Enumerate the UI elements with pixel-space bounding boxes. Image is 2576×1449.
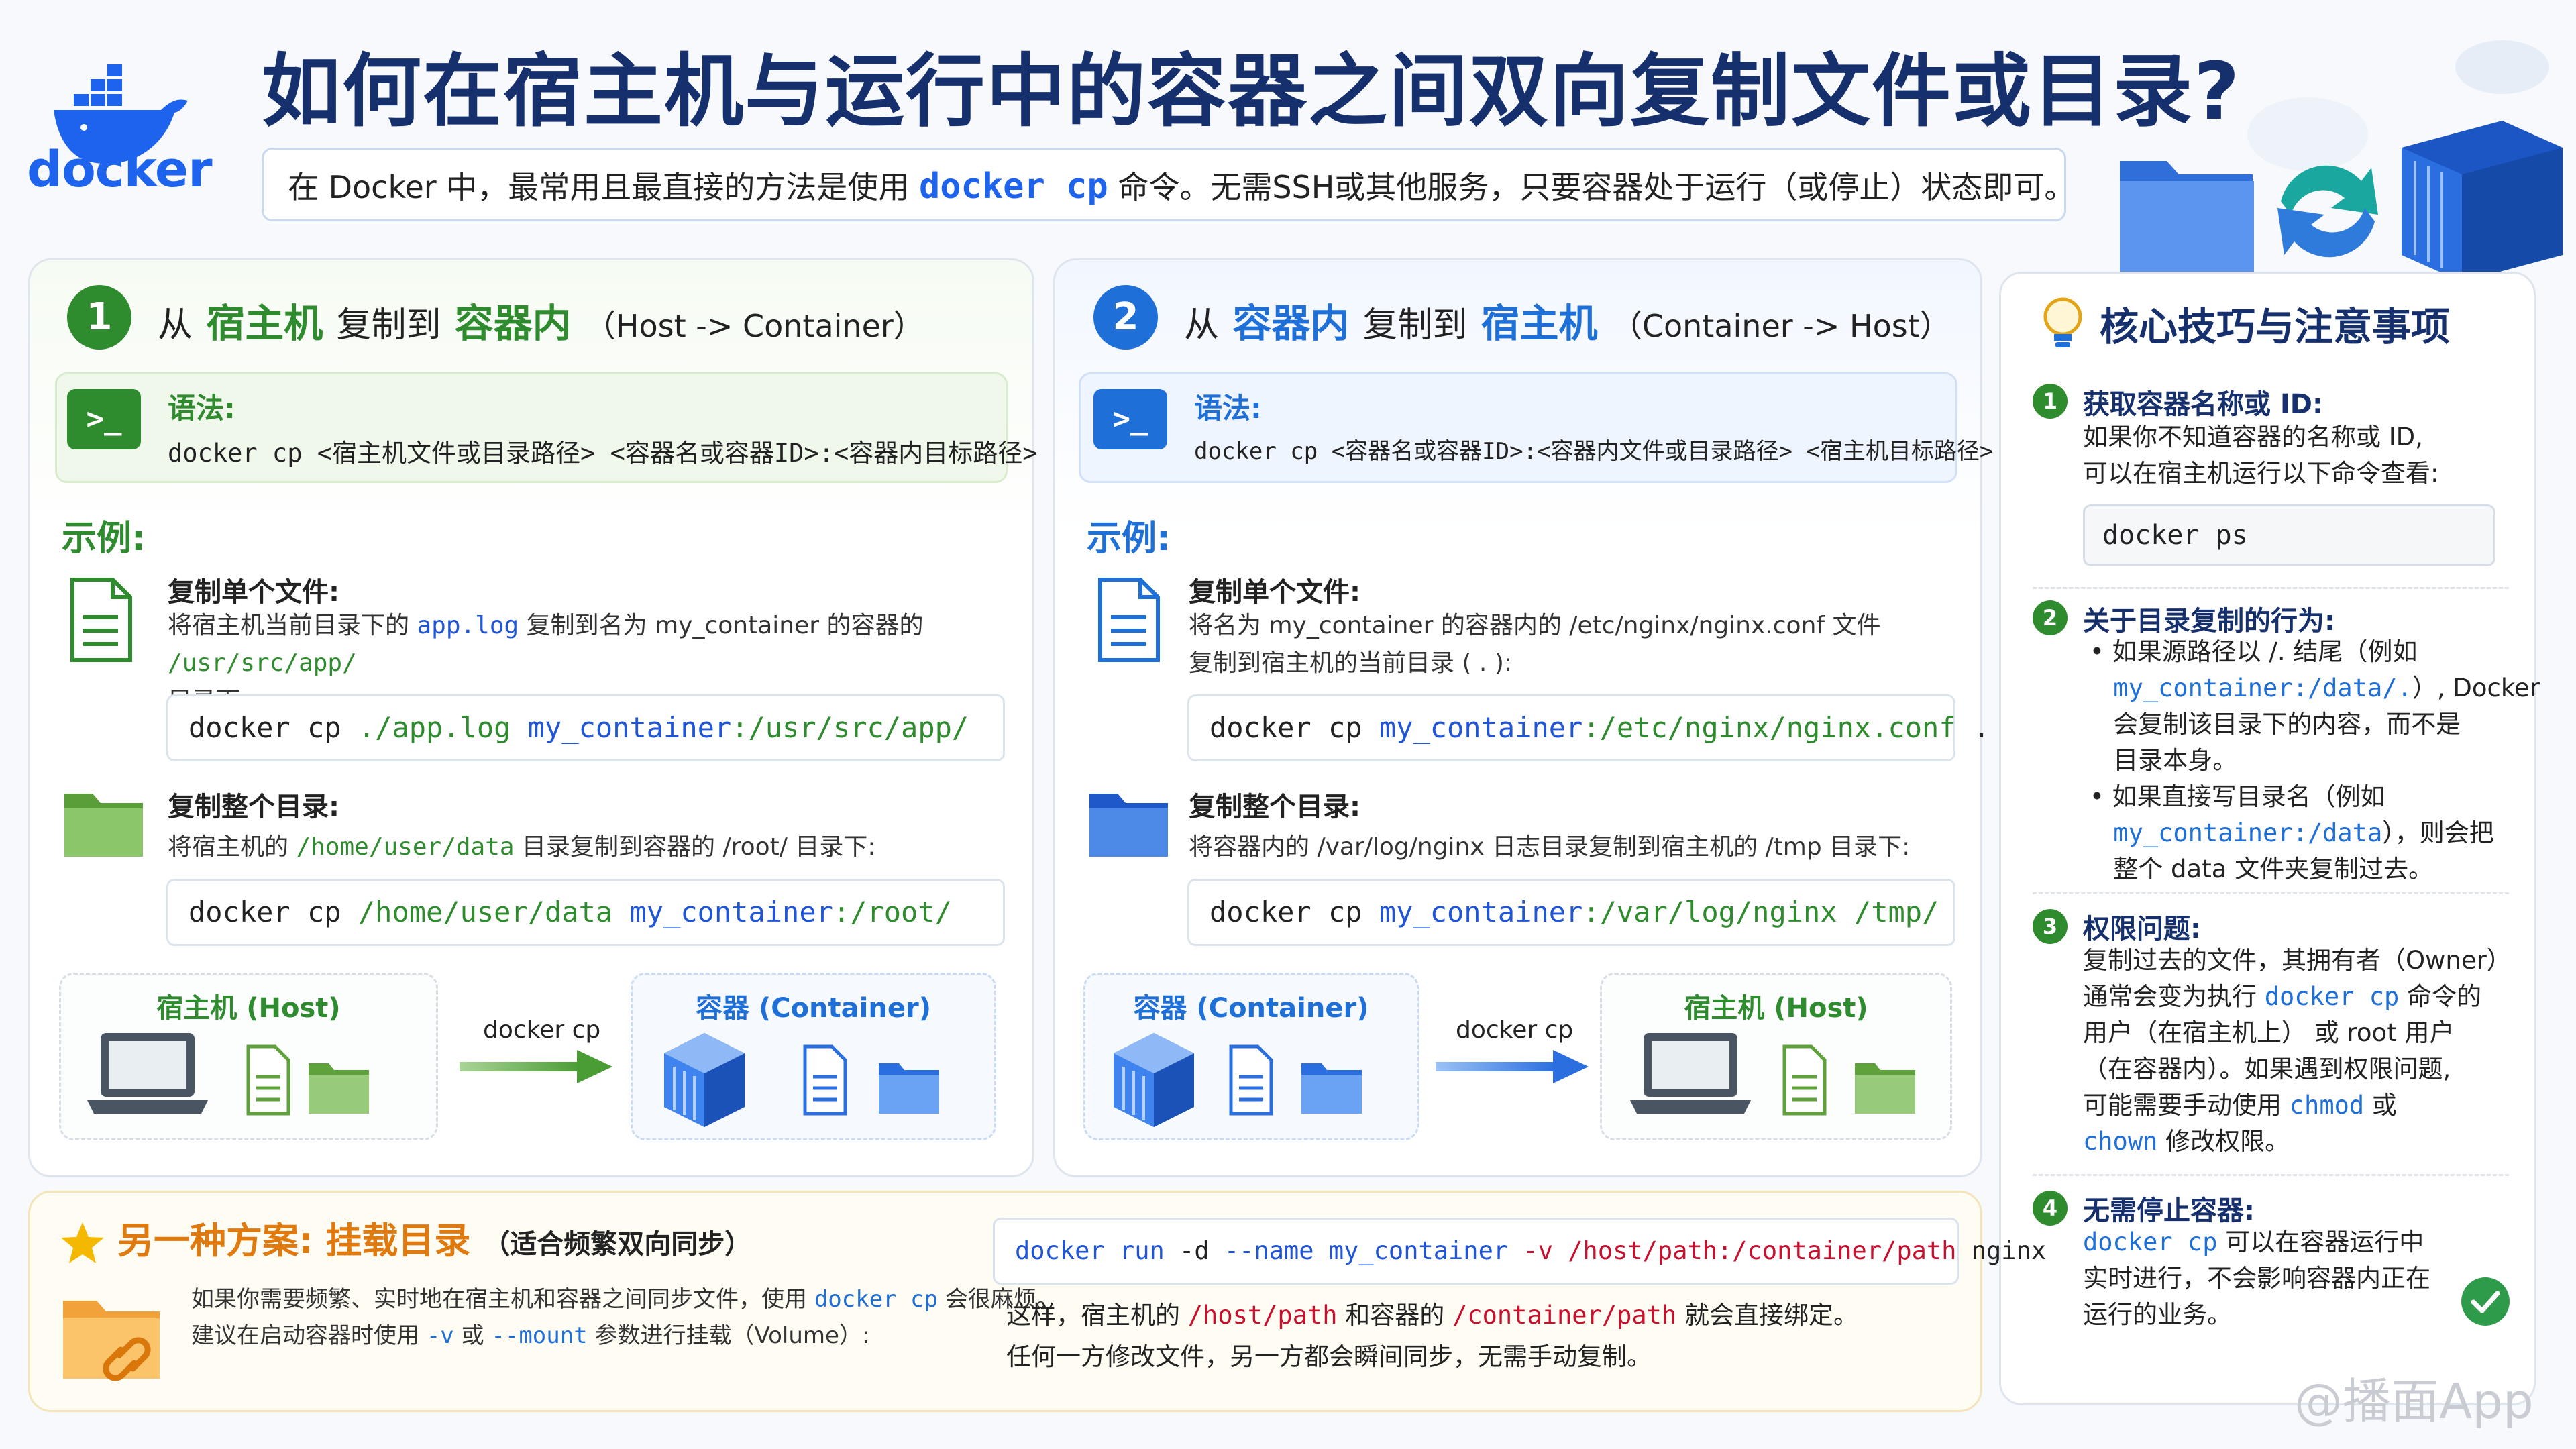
page-title: 如何在宿主机与运行中的容器之间双向复制文件或目录?	[262, 45, 2241, 138]
container-files-icon	[1114, 1033, 1362, 1127]
star-icon	[61, 1222, 104, 1263]
section2-examples-label: 示例:	[1087, 519, 1171, 559]
section2-syntax-label: 语法:	[1194, 392, 1262, 425]
tip2-title: 关于目录复制的行为:	[2083, 606, 2335, 637]
divider	[2033, 1174, 2509, 1176]
tips-title: 核心技巧与注意事项	[2100, 304, 2451, 350]
flow2-container-label: 容器 (Container)	[1133, 993, 1369, 1024]
alt-result-desc: 这样，宿主机的 /host/path 和容器的 /container/path …	[1006, 1301, 1858, 1371]
tip3-number: 3	[2033, 909, 2068, 944]
container-files-icon	[664, 1033, 939, 1127]
flow2-cmd-label: docker cp	[1456, 1016, 1574, 1044]
alt-desc: 如果你需要频繁、实时地在宿主机和容器之间同步文件，使用 docker cp 会很…	[191, 1286, 1059, 1349]
terminal-icon: >_	[67, 389, 141, 449]
section2-ex1-command[interactable]: docker cp my_container:/etc/nginx/nginx.…	[1187, 694, 1990, 761]
sync-arrows-icon	[2277, 165, 2378, 258]
docker-run-command[interactable]: docker run -d --name my_container -v /ho…	[993, 1218, 2046, 1285]
intro-cmd: docker cp	[918, 166, 1108, 207]
section1-ex1-title: 复制单个文件:	[168, 577, 339, 608]
flow2-arrow	[1436, 1050, 1589, 1083]
intro-suffix: 命令。无需SSH或其他服务，只要容器处于运行（或停止）状态即可。	[1118, 169, 2076, 205]
folder-icon	[2120, 161, 2254, 275]
tip3-body: 复制过去的文件，其拥有者（Owner） 通常会变为执行 docker cp 命令…	[2083, 946, 2512, 1156]
host-laptop-files-icon	[87, 1033, 369, 1116]
terminal-icon: >_	[1093, 389, 1167, 449]
section1-ex2-title: 复制整个目录:	[168, 792, 339, 822]
container-icon	[2402, 121, 2563, 282]
flow2-host-label: 宿主机 (Host)	[1684, 993, 1868, 1024]
check-icon	[2461, 1277, 2510, 1326]
intro-banner: 在 Docker 中，最常用且最直接的方法是使用 docker cp 命令。无需…	[262, 148, 2075, 221]
section2-ex2-desc: 将容器内的 /var/log/nginx 日志目录复制到宿主机的 /tmp 目录…	[1189, 833, 1911, 861]
section1-ex2-command[interactable]: docker cp /home/user/data my_container:/…	[166, 879, 1005, 946]
tip2-body: • 如果源路径以 /. 结尾（例如 my_container:/data/.）,…	[2090, 637, 2540, 883]
docker-logo-text: docker	[27, 141, 213, 199]
section1-ex2-desc: 将宿主机的 /home/user/data 目录复制到容器的 /root/ 目录…	[168, 833, 876, 861]
host-laptop-files-icon	[1630, 1033, 1915, 1116]
tip4-title: 无需停止容器:	[2083, 1195, 2255, 1226]
section1-syntax-label: 语法:	[168, 392, 235, 425]
section1-ex1-command[interactable]: docker cp ./app.log my_container:/usr/sr…	[166, 694, 1005, 761]
tip4-body: docker cp 可以在容器运行中 实时进行，不会影响容器内正在 运行的业务。	[2083, 1228, 2430, 1329]
folder-icon	[64, 794, 143, 857]
tip1-command[interactable]: docker ps	[2083, 504, 2496, 566]
divider	[2033, 892, 2509, 894]
tip2-number: 2	[2033, 600, 2068, 635]
alt-title: 另一种方案: 挂载目录 （适合频繁双向同步）	[117, 1220, 752, 1262]
section2-ex1-title: 复制单个文件:	[1189, 577, 1360, 608]
section2-syntax: docker cp <容器名或容器ID>:<容器内文件或目录路径> <宿主机目标…	[1194, 438, 1994, 465]
section2-ex2-command[interactable]: docker cp my_container:/var/log/nginx /t…	[1187, 879, 1955, 946]
lightbulb-icon	[2043, 297, 2082, 347]
section1-number: 1	[67, 285, 131, 350]
section1-examples-label: 示例:	[62, 519, 146, 559]
watermark: @播面App	[2294, 1373, 2534, 1430]
section2-ex1-desc: 将名为 my_container 的容器内的 /etc/nginx/nginx.…	[1189, 612, 1881, 677]
folder-link-icon	[63, 1301, 160, 1381]
file-icon	[1098, 578, 1160, 662]
flow1-arrow	[460, 1050, 612, 1083]
section2-ex2-title: 复制整个目录:	[1189, 792, 1360, 822]
section2-number: 2	[1093, 285, 1158, 350]
flow1-cmd-label: docker cp	[483, 1016, 601, 1044]
section2-title: 从 容器内 复制到 宿主机 （Container -> Host）	[1184, 301, 1951, 346]
divider	[2033, 587, 2509, 589]
folder-icon	[1089, 794, 1168, 857]
file-icon	[70, 578, 132, 662]
tip4-number: 4	[2033, 1191, 2068, 1226]
flow1-container-label: 容器 (Container)	[696, 993, 931, 1024]
tip1-number: 1	[2033, 384, 2068, 419]
tip1-title: 获取容器名称或 ID:	[2083, 389, 2324, 420]
section1-syntax: docker cp <宿主机文件或目录路径> <容器名或容器ID>:<容器内目标…	[168, 439, 1038, 468]
intro-prefix: 在 Docker 中，最常用且最直接的方法是使用	[288, 169, 910, 205]
tip3-title: 权限问题:	[2083, 914, 2201, 945]
tip1-body: 如果你不知道容器的名称或 ID, 可以在宿主机运行以下命令查看:	[2083, 423, 2439, 488]
hero-illustration	[2120, 40, 2563, 282]
flow1-host-label: 宿主机 (Host)	[156, 993, 341, 1024]
section1-title: 从 宿主机 复制到 容器内 （Host -> Container）	[158, 301, 924, 346]
